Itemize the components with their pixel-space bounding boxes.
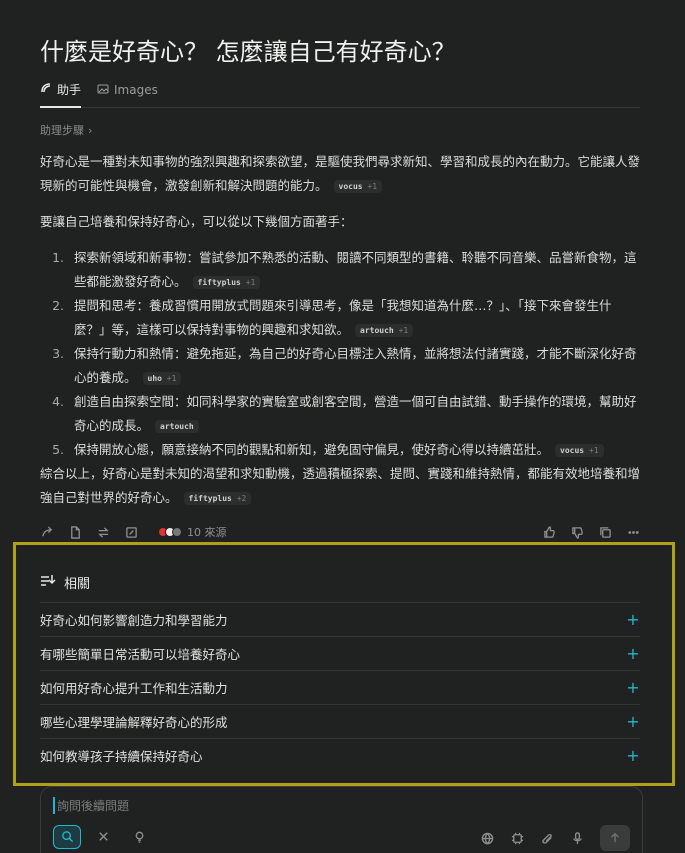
sources-label: 10 來源 xyxy=(187,526,227,539)
plus-icon: + xyxy=(626,644,640,663)
citation-source: artouch xyxy=(160,422,194,431)
related-item-label: 好奇心如何影響創造力和學習能力 xyxy=(40,613,228,628)
citation-chip[interactable]: fiftyplus +2 xyxy=(183,492,252,505)
related-item[interactable]: 如何教導孩子持續保持好奇心 + xyxy=(40,738,640,772)
citation-chip[interactable]: fiftyplus +1 xyxy=(192,276,261,289)
microphone-icon[interactable] xyxy=(570,831,584,845)
labs-mode-button[interactable] xyxy=(125,825,153,849)
answer-lead: 要讓自己培養和保持好奇心，可以從以下幾個方面著手： xyxy=(40,214,353,229)
source-favicon xyxy=(172,527,182,537)
citation-source: vocus xyxy=(338,182,363,191)
tab-assistant[interactable]: 助手 xyxy=(40,80,82,108)
citation-more: +1 xyxy=(367,182,378,191)
list-item: 2. 提問和思考：養成習慣用開放式問題來引導思考，像是「我想知道為什麼…？」、「接… xyxy=(40,294,640,342)
citation-chip[interactable]: artouch +1 xyxy=(355,324,414,337)
assistant-icon xyxy=(40,82,52,97)
chevron-right-icon: › xyxy=(88,123,93,137)
source-favicons xyxy=(158,527,182,537)
page-title: 什麼是好奇心？ 怎麼讓自己有好奇心？ xyxy=(40,38,456,66)
related-item[interactable]: 有哪些簡單日常活動可以培養好奇心 + xyxy=(40,636,640,670)
answer-actions-bar: 10 來源 xyxy=(40,522,640,542)
citation-chip[interactable]: artouch xyxy=(155,420,199,433)
send-button[interactable] xyxy=(600,825,630,851)
assistant-steps-toggle[interactable]: 助理步驟 › xyxy=(40,122,92,138)
follow-up-composer: 詢問後續問題 xyxy=(40,786,643,853)
composer-mode-toggles xyxy=(53,825,153,849)
tab-images-label: Images xyxy=(114,83,158,97)
plus-icon: + xyxy=(626,678,640,697)
citation-more: +1 xyxy=(245,278,256,287)
arrow-up-icon xyxy=(609,829,621,848)
thumbs-down-icon[interactable] xyxy=(570,525,584,539)
list-number: 4. xyxy=(52,394,64,409)
citation-more: +1 xyxy=(588,446,599,455)
list-number: 3. xyxy=(52,346,64,361)
citation-source: uho xyxy=(147,374,162,383)
list-item-text: 保持開放心態，願意接納不同的觀點和新知，避免固守偏見，使好奇心得以持續茁壯。 xyxy=(74,442,550,457)
plus-icon: + xyxy=(626,746,640,765)
more-icon[interactable] xyxy=(626,525,640,539)
related-list: 好奇心如何影響創造力和學習能力 + 有哪些簡單日常活動可以培養好奇心 + 如何用好奇… xyxy=(40,602,640,772)
related-item-label: 如何用好奇心提升工作和生活動力 xyxy=(40,681,228,696)
copy-icon[interactable] xyxy=(598,525,612,539)
related-item-label: 有哪些簡單日常活動可以培養好奇心 xyxy=(40,647,241,662)
sources-button[interactable]: 10 來源 xyxy=(158,524,227,540)
lightbulb-icon xyxy=(133,828,146,847)
tab-assistant-label: 助手 xyxy=(57,82,82,97)
network-icon xyxy=(97,828,110,847)
related-heading: 相關 xyxy=(40,573,90,592)
copy-doc-icon[interactable] xyxy=(68,525,82,539)
citation-more: +1 xyxy=(166,374,177,383)
chip-icon[interactable] xyxy=(510,831,524,845)
answer-page: 什麼是好奇心？ 怎麼讓自己有好奇心？ 助手 Images 助理步驟 › 好奇心是… xyxy=(0,0,685,853)
related-item[interactable]: 如何用好奇心提升工作和生活動力 + xyxy=(40,670,640,704)
citation-chip[interactable]: vocus +1 xyxy=(555,444,604,457)
related-list-icon xyxy=(40,574,56,592)
answer-body: 好奇心是一種對未知事物的強烈興趣和探索欲望，是驅使我們尋求新知、學習和成長的內在… xyxy=(40,150,640,522)
related-item[interactable]: 哪些心理學理論解釋好奇心的形成 + xyxy=(40,704,640,738)
rewrite-icon[interactable] xyxy=(96,525,110,539)
thumbs-up-icon[interactable] xyxy=(542,525,556,539)
list-number: 1. xyxy=(52,250,64,265)
list-item: 5. 保持開放心態，願意接納不同的觀點和新知，避免固守偏見，使好奇心得以持續茁壯。… xyxy=(40,438,640,462)
citation-chip[interactable]: uho +1 xyxy=(142,372,182,385)
search-mode-button[interactable] xyxy=(53,825,81,849)
export-icon[interactable] xyxy=(124,525,138,539)
related-item-label: 如何教導孩子持續保持好奇心 xyxy=(40,749,203,764)
related-heading-label: 相關 xyxy=(64,577,91,592)
citation-source: fiftyplus xyxy=(188,494,232,503)
answer-summary-text: 綜合以上，好奇心是對未知的渴望和求知動機，透過積極探索、提問、實踐和維持熱情，都… xyxy=(40,466,641,505)
related-item-label: 哪些心理學理論解釋好奇心的形成 xyxy=(40,715,228,730)
follow-up-input[interactable]: 詢問後續問題 xyxy=(53,797,129,814)
list-item: 3. 保持行動力和熱情：避免拖延，為自己的好奇心目標注入熱情，並將想法付諸實踐，才… xyxy=(40,342,640,390)
plus-icon: + xyxy=(626,712,640,731)
answer-intro: 好奇心是一種對未知事物的強烈興趣和探索欲望，是驅使我們尋求新知、學習和成長的內在… xyxy=(40,150,640,198)
globe-icon[interactable] xyxy=(480,831,494,845)
share-icon[interactable] xyxy=(40,525,54,539)
citation-source: vocus xyxy=(560,446,585,455)
tab-bar: 助手 Images xyxy=(40,80,640,108)
list-item-text: 提問和思考：養成習慣用開放式問題來引導思考，像是「我想知道為什麼…？」、「接下來… xyxy=(74,298,612,337)
assistant-steps-label: 助理步驟 xyxy=(40,124,84,137)
citation-more: +2 xyxy=(236,494,247,503)
attach-icon[interactable] xyxy=(540,831,554,845)
image-icon xyxy=(97,83,109,98)
list-item-text: 探索新領域和新事物：嘗試參加不熟悉的活動、閱讀不同類型的書籍、聆聽不同音樂、品嘗… xyxy=(74,250,637,289)
citation-source: artouch xyxy=(360,326,394,335)
research-mode-button[interactable] xyxy=(89,825,117,849)
citation-source: fiftyplus xyxy=(197,278,241,287)
answer-list: 1. 探索新領域和新事物：嘗試參加不熟悉的活動、閱讀不同類型的書籍、聆聽不同音樂、… xyxy=(40,246,640,462)
related-item[interactable]: 好奇心如何影響創造力和學習能力 + xyxy=(40,602,640,636)
citation-chip[interactable]: vocus +1 xyxy=(333,180,383,193)
plus-icon: + xyxy=(626,610,640,629)
composer-actions xyxy=(480,825,630,851)
citation-more: +1 xyxy=(398,326,409,335)
answer-summary: 綜合以上，好奇心是對未知的渴望和求知動機，透過積極探索、提問、實踐和維持熱情，都… xyxy=(40,462,640,510)
list-item: 4. 創造自由探索空間：如同科學家的實驗室或創客空間，營造一個可自由試錯、動手操作… xyxy=(40,390,640,438)
list-number: 5. xyxy=(52,442,64,457)
list-item: 1. 探索新領域和新事物：嘗試參加不熟悉的活動、閱讀不同類型的書籍、聆聽不同音樂、… xyxy=(40,246,640,294)
list-number: 2. xyxy=(52,298,64,313)
search-icon xyxy=(61,828,74,847)
tab-images[interactable]: Images xyxy=(97,80,158,100)
